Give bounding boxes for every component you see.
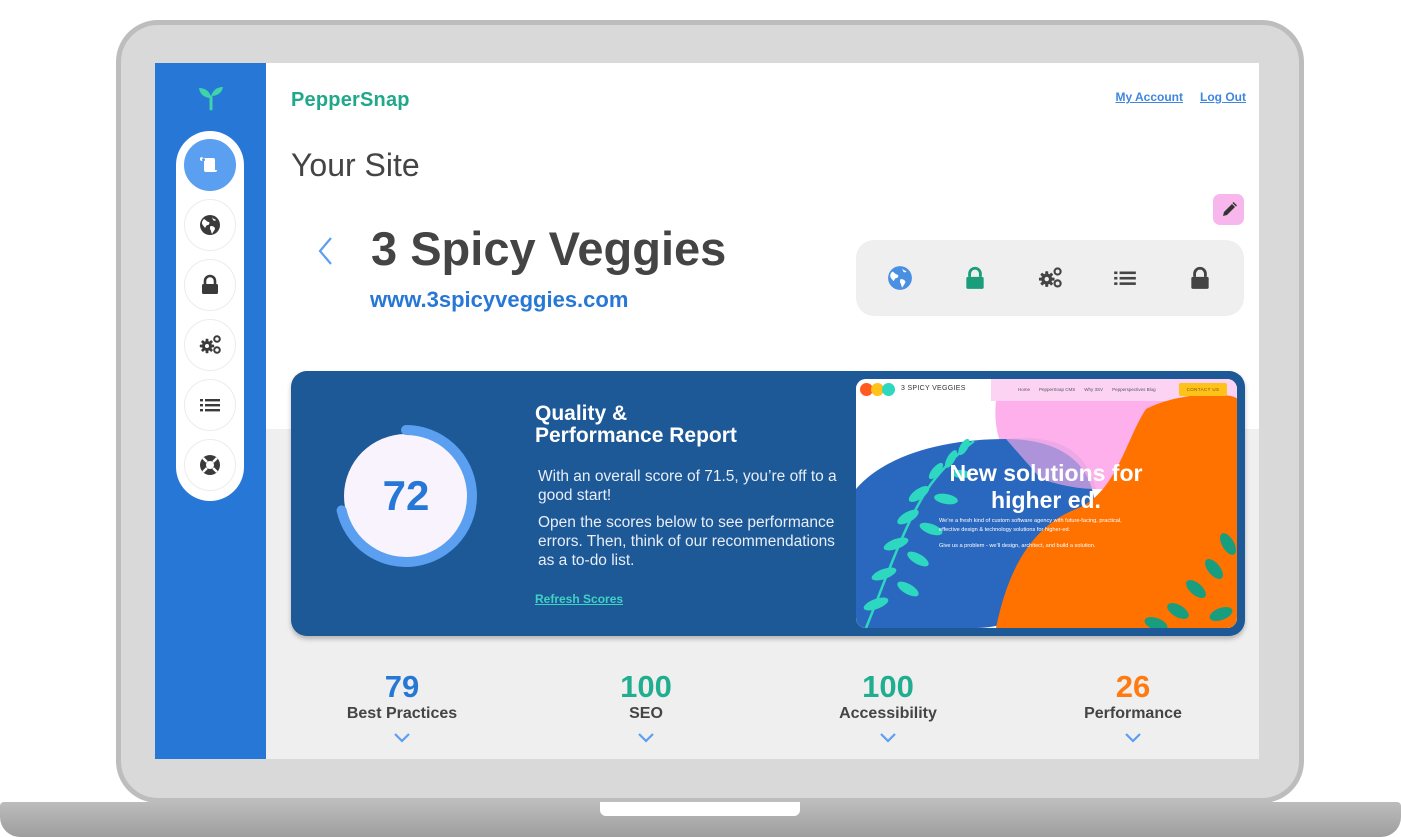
score-value: 79 bbox=[384, 669, 420, 704]
sprout-icon bbox=[199, 87, 223, 111]
preview-headline-line1: New solutions for bbox=[949, 460, 1143, 486]
app-screen: PepperSnap My Account Log Out Your Site … bbox=[155, 63, 1259, 759]
brand-logo[interactable]: PepperSnap bbox=[291, 89, 410, 112]
list-icon bbox=[200, 399, 220, 412]
sidebar-item-sites[interactable] bbox=[184, 139, 236, 191]
globe-icon[interactable] bbox=[887, 265, 913, 291]
chevron-down-icon[interactable] bbox=[393, 731, 411, 743]
sidebar-menu bbox=[176, 131, 244, 501]
report-summary: With an overall score of 71.5, you’re of… bbox=[538, 468, 837, 504]
sidebar-item-settings[interactable] bbox=[184, 319, 236, 371]
score-label: Accessibility bbox=[839, 705, 937, 722]
preview-nav-item: Why 3SV bbox=[1084, 387, 1104, 392]
report-title-line1: Quality & bbox=[535, 402, 628, 425]
sidebar-item-support[interactable] bbox=[184, 439, 236, 491]
my-account-link[interactable]: My Account bbox=[1115, 90, 1183, 104]
preview-headline-line2: higher ed. bbox=[991, 487, 1101, 513]
account-links: My Account Log Out bbox=[1115, 90, 1246, 104]
sidebar bbox=[155, 63, 266, 759]
score-value: 100 bbox=[862, 669, 914, 704]
sidebar-item-domains[interactable] bbox=[184, 199, 236, 251]
score-value: 26 bbox=[1115, 669, 1151, 704]
report-instructions: Open the scores below to see performance… bbox=[538, 514, 835, 569]
site-url-link[interactable]: www.3spicyveggies.com bbox=[370, 287, 628, 313]
score-performance[interactable]: 26 Performance bbox=[1033, 671, 1233, 747]
overall-score: 72 bbox=[382, 472, 430, 519]
chevron-down-icon[interactable] bbox=[1124, 731, 1142, 743]
score-label: SEO bbox=[629, 705, 663, 722]
gears-icon bbox=[199, 335, 221, 354]
lifebuoy-icon bbox=[200, 455, 220, 475]
ssl-lock-icon[interactable] bbox=[962, 265, 988, 291]
site-status-bar bbox=[856, 240, 1244, 316]
preview-brand: 3 SPICY VEGGIES bbox=[901, 385, 966, 392]
gears-icon[interactable] bbox=[1037, 265, 1063, 291]
preview-nav-item: Home bbox=[1018, 387, 1031, 392]
chevron-down-icon[interactable] bbox=[637, 731, 655, 743]
preview-nav-item: Pepperspectives Blog bbox=[1112, 387, 1156, 392]
page-title: Your Site bbox=[291, 147, 420, 183]
quality-report-card: 72 Quality & Performance Report With an … bbox=[291, 371, 1245, 636]
laptop-notch bbox=[600, 802, 800, 816]
list-icon[interactable] bbox=[1112, 265, 1138, 291]
sidebar-item-security[interactable] bbox=[184, 259, 236, 311]
score-best-practices[interactable]: 79 Best Practices bbox=[302, 671, 502, 747]
score-label: Best Practices bbox=[346, 705, 458, 722]
globe-icon bbox=[200, 215, 220, 235]
sidebar-item-list[interactable] bbox=[184, 379, 236, 431]
preview-body-text: Give us a problem - we’ll design, archit… bbox=[939, 543, 1096, 549]
report-title: Quality & Performance Report bbox=[535, 403, 737, 447]
preview-nav: Home PepperSnap CMS Why 3SV Pepperspecti… bbox=[1018, 387, 1156, 392]
preview-body-text: We’re a fresh kind of custom software ag… bbox=[939, 518, 1122, 533]
site-name: 3 Spicy Veggies bbox=[371, 222, 727, 275]
preview-logo bbox=[860, 383, 895, 396]
scroll-icon bbox=[200, 157, 217, 172]
lock-icon bbox=[202, 274, 218, 294]
preview-contact-button: CONTACT US bbox=[1179, 383, 1227, 396]
lock-icon[interactable] bbox=[1187, 265, 1213, 291]
score-seo[interactable]: 100 SEO bbox=[546, 671, 746, 747]
score-accessibility[interactable]: 100 Accessibility bbox=[788, 671, 988, 747]
log-out-link[interactable]: Log Out bbox=[1200, 90, 1246, 104]
preview-nav-item: PepperSnap CMS bbox=[1039, 387, 1076, 392]
score-value: 100 bbox=[620, 669, 672, 704]
score-label: Performance bbox=[1084, 705, 1182, 722]
preview-headline: New solutions for higher ed. bbox=[926, 460, 1166, 514]
pencil-icon bbox=[1222, 201, 1237, 216]
edit-button[interactable] bbox=[1213, 194, 1244, 225]
refresh-scores-link[interactable]: Refresh Scores bbox=[535, 592, 623, 606]
site-preview-thumbnail[interactable]: 3 SPICY VEGGIES Home PepperSnap CMS Why … bbox=[856, 379, 1237, 628]
chevron-down-icon[interactable] bbox=[879, 731, 897, 743]
report-title-line2: Performance Report bbox=[535, 424, 737, 447]
back-chevron-icon[interactable] bbox=[315, 235, 337, 267]
